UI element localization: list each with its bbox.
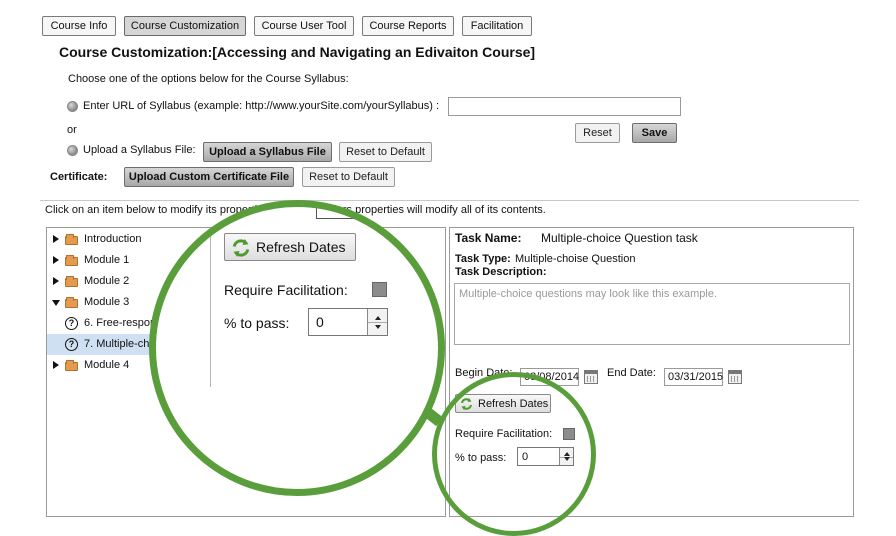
tab-course-info[interactable]: Course Info — [42, 16, 116, 36]
page-title: Course Customization:[Accessing and Navi… — [59, 44, 536, 60]
syllabus-url-label: Enter URL of Syllabus (example: http://w… — [83, 100, 440, 112]
tab-course-user-tool[interactable]: Course User Tool — [254, 16, 354, 36]
folder-icon — [65, 276, 78, 287]
folder-icon — [65, 234, 78, 245]
task-type-label: Task Type: — [455, 253, 511, 265]
end-date-label: End Date: — [607, 367, 656, 379]
syllabus-reset-default-button[interactable]: Reset to Default — [339, 142, 432, 162]
task-description-textarea[interactable]: Multiple-choice questions may look like … — [454, 283, 850, 345]
small-magnifier-ring — [432, 372, 596, 536]
magnified-refresh-dates-label: Refresh Dates — [256, 239, 346, 255]
tab-facilitation[interactable]: Facilitation — [462, 16, 532, 36]
collapse-arrow-icon[interactable] — [52, 300, 60, 306]
tree-item-label: Module 3 — [84, 296, 130, 308]
magnified-require-facilitation-label: Require Facilitation: — [224, 282, 348, 298]
expand-arrow-icon[interactable] — [53, 256, 59, 264]
section-divider — [40, 200, 859, 201]
magnified-textarea-edge — [316, 207, 386, 219]
tab-course-customization[interactable]: Course Customization — [124, 16, 246, 36]
refresh-icon — [232, 239, 250, 257]
task-name-label: Task Name: — [455, 231, 522, 245]
save-button[interactable]: Save — [632, 123, 677, 143]
syllabus-url-radio[interactable] — [67, 101, 78, 112]
magnified-percent-to-pass-value: 0 — [316, 314, 324, 330]
certificate-reset-default-button[interactable]: Reset to Default — [302, 167, 395, 187]
task-description-label: Task Description: — [455, 266, 547, 278]
certificate-label: Certificate: — [50, 171, 108, 183]
magnified-require-facilitation-checkbox[interactable] — [372, 282, 387, 297]
question-icon: ? — [65, 338, 78, 351]
expand-arrow-icon[interactable] — [53, 235, 59, 243]
magnified-percent-to-pass-stepper[interactable]: 0 — [308, 308, 388, 336]
reset-button[interactable]: Reset — [575, 123, 620, 143]
syllabus-url-input[interactable] — [448, 97, 681, 116]
folder-icon — [65, 255, 78, 266]
question-icon: ? — [65, 317, 78, 330]
syllabus-file-radio[interactable] — [67, 145, 78, 156]
calendar-icon[interactable] — [728, 370, 742, 384]
tree-item-label: Module 2 — [84, 275, 130, 287]
magnifier-lens: Refresh Dates Require Facilitation: % to… — [149, 200, 445, 496]
magnified-panel-border — [210, 207, 211, 387]
increment-icon[interactable] — [374, 315, 381, 320]
decrement-icon[interactable] — [374, 324, 381, 329]
tree-item-label: 7. Multiple-choi — [84, 338, 158, 350]
calendar-icon[interactable] — [584, 370, 598, 384]
syllabus-file-label: Upload a Syllabus File: — [83, 144, 196, 156]
tree-item-label: Module 1 — [84, 254, 130, 266]
upload-certificate-button[interactable]: Upload Custom Certificate File — [124, 167, 294, 187]
expand-arrow-icon[interactable] — [53, 277, 59, 285]
upload-syllabus-button[interactable]: Upload a Syllabus File — [203, 142, 332, 162]
tab-course-reports[interactable]: Course Reports — [362, 16, 454, 36]
or-label: or — [67, 124, 77, 136]
folder-icon — [65, 360, 78, 371]
magnified-refresh-dates-button[interactable]: Refresh Dates — [224, 233, 356, 261]
end-date-input[interactable]: 03/31/2015 — [664, 368, 723, 386]
task-name-value: Multiple-choice Question task — [541, 231, 698, 245]
task-type-value: Multiple-choise Question — [515, 253, 636, 265]
magnified-percent-to-pass-label: % to pass: — [224, 315, 290, 331]
expand-arrow-icon[interactable] — [53, 361, 59, 369]
folder-icon — [65, 297, 78, 308]
tree-item-label: Introduction — [84, 233, 142, 245]
syllabus-prompt: Choose one of the options below for the … — [68, 73, 349, 85]
tree-item-label: Module 4 — [84, 359, 130, 371]
